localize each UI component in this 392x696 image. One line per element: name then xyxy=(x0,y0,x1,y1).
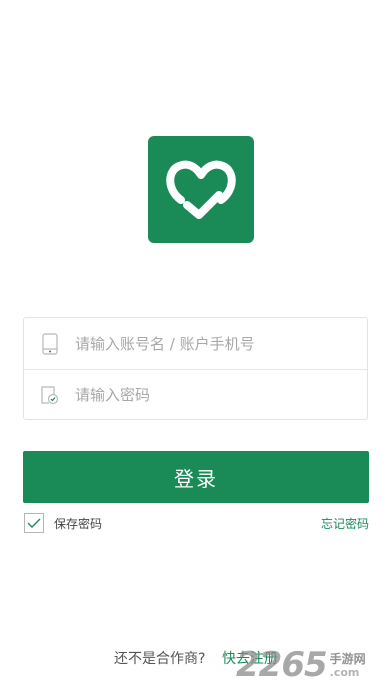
watermark-digits: 2265 xyxy=(236,645,328,685)
password-field xyxy=(24,369,367,420)
login-form xyxy=(23,317,368,420)
app-logo xyxy=(148,136,254,243)
check-icon xyxy=(27,518,41,528)
phone-icon xyxy=(40,332,60,356)
forgot-password-link[interactable]: 忘记密码 xyxy=(321,515,369,532)
lock-document-icon xyxy=(40,383,60,407)
username-input[interactable] xyxy=(75,334,335,353)
login-button[interactable]: 登录 xyxy=(23,451,369,503)
watermark-logo: 2265 手游网 .com xyxy=(236,640,386,690)
remember-password[interactable]: 保存密码 xyxy=(24,513,102,533)
watermark-text: 手游网 .com xyxy=(330,653,366,678)
password-input[interactable] xyxy=(75,386,335,404)
remember-checkbox[interactable] xyxy=(24,513,44,533)
watermark-com: .com xyxy=(329,665,360,679)
username-field xyxy=(24,318,367,369)
register-prompt: 还不是合作商? xyxy=(114,651,206,667)
remember-label: 保存密码 xyxy=(54,516,103,531)
heart-check-icon xyxy=(166,160,236,219)
watermark-cn: 手游网 xyxy=(329,651,366,666)
